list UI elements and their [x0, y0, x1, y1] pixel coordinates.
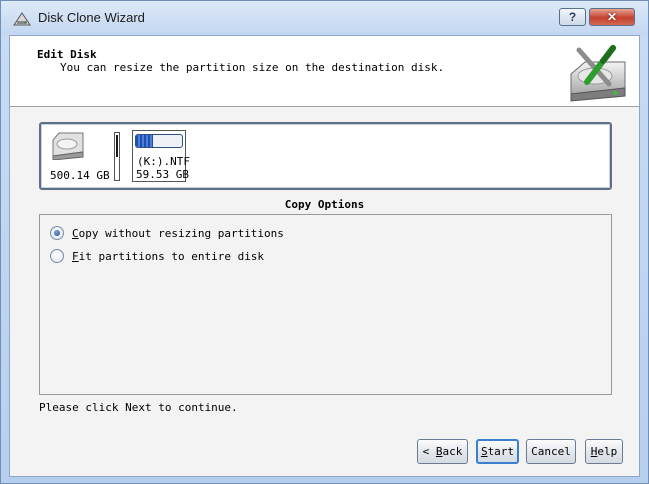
option-fit-partitions[interactable]: Fit partitions to entire disk: [50, 247, 264, 265]
start-button[interactable]: Start: [476, 439, 519, 464]
option-copy-without-resizing-label: Copy without resizing partitions: [72, 226, 284, 240]
wizard-body: Edit Disk You can resize the partition s…: [9, 35, 640, 477]
copy-options-group: Copy without resizing partitions Fit par…: [39, 214, 612, 395]
back-button[interactable]: < Back: [417, 439, 468, 464]
window-title: Disk Clone Wizard: [38, 10, 145, 25]
option-fit-partitions-label: Fit partitions to entire disk: [72, 249, 265, 263]
title-bar[interactable]: Disk Clone Wizard ? ✕: [1, 1, 648, 35]
partition-block[interactable]: (K:).NTF 59.53 GB: [132, 130, 190, 182]
hard-disk-icon: [52, 132, 84, 160]
disk-map-panel: 500.14 GB (K:).NTF 59.53 GB: [39, 122, 612, 190]
close-icon: ✕: [606, 10, 618, 24]
page-title: Edit Disk: [37, 48, 97, 61]
copy-options-title: Copy Options: [284, 198, 365, 211]
disk-tools-icon: [570, 45, 626, 102]
partition-usage-fill: [136, 135, 154, 147]
back-arrow-icon: <: [422, 445, 430, 458]
partition-label: (K:).NTF: [137, 155, 190, 168]
disk-clone-app-icon: [13, 12, 31, 26]
partition-size: 59.53 GB: [136, 168, 189, 181]
radio-copy-without-resizing[interactable]: [50, 226, 64, 240]
title-help-button[interactable]: ?: [559, 8, 586, 26]
page-description: You can resize the partition size on the…: [60, 61, 445, 74]
wizard-header: Edit Disk You can resize the partition s…: [10, 36, 639, 107]
disk-unallocated-marker: [114, 132, 120, 181]
disk-clone-wizard-window: Disk Clone Wizard ? ✕ Edit Disk You can …: [0, 0, 649, 484]
cancel-button[interactable]: Cancel: [526, 439, 576, 464]
help-button[interactable]: Help: [585, 439, 623, 464]
status-message: Please click Next to continue.: [39, 401, 238, 414]
option-copy-without-resizing[interactable]: Copy without resizing partitions: [50, 224, 284, 242]
radio-fit-partitions[interactable]: [50, 249, 64, 263]
partition-usage-bar: [135, 134, 183, 148]
disk-size-label: 500.14 GB: [50, 169, 110, 182]
close-button[interactable]: ✕: [589, 8, 635, 26]
